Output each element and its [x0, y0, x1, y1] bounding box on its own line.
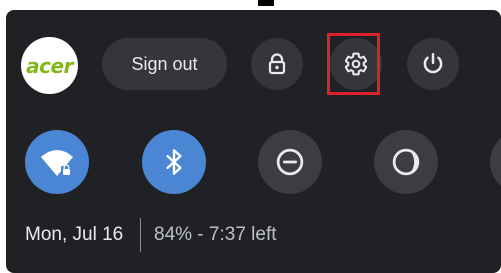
- lock-icon: [268, 53, 286, 75]
- status-divider: [140, 218, 141, 252]
- lock-button[interactable]: [251, 38, 303, 90]
- user-avatar[interactable]: acer: [21, 37, 78, 94]
- bluetooth-toggle[interactable]: [142, 130, 206, 194]
- wifi-lock-icon: [41, 150, 73, 176]
- minus-circle-icon: [276, 148, 304, 176]
- battery-status[interactable]: 84% - 7:37 left: [154, 224, 277, 246]
- window-edge: [0, 0, 501, 8]
- settings-button[interactable]: [330, 38, 382, 90]
- more-tile-partial[interactable]: [490, 130, 501, 194]
- night-light-toggle[interactable]: [374, 130, 438, 194]
- top-edge-marker: [258, 0, 274, 6]
- date-label[interactable]: Mon, Jul 16: [25, 224, 123, 246]
- do-not-disturb-toggle[interactable]: [258, 130, 322, 194]
- wifi-toggle[interactable]: [25, 130, 89, 194]
- gear-icon: [344, 52, 368, 76]
- bluetooth-icon: [166, 149, 182, 175]
- sign-out-label: Sign out: [131, 53, 198, 74]
- power-icon: [423, 53, 443, 74]
- quick-settings-panel: acer Sign out Mon, Jul 16 84% - 7:37 lef…: [6, 10, 501, 273]
- power-button[interactable]: [407, 38, 459, 90]
- sign-out-button[interactable]: Sign out: [102, 38, 227, 90]
- acer-logo: acer: [26, 53, 73, 78]
- moon-icon: [392, 148, 420, 176]
